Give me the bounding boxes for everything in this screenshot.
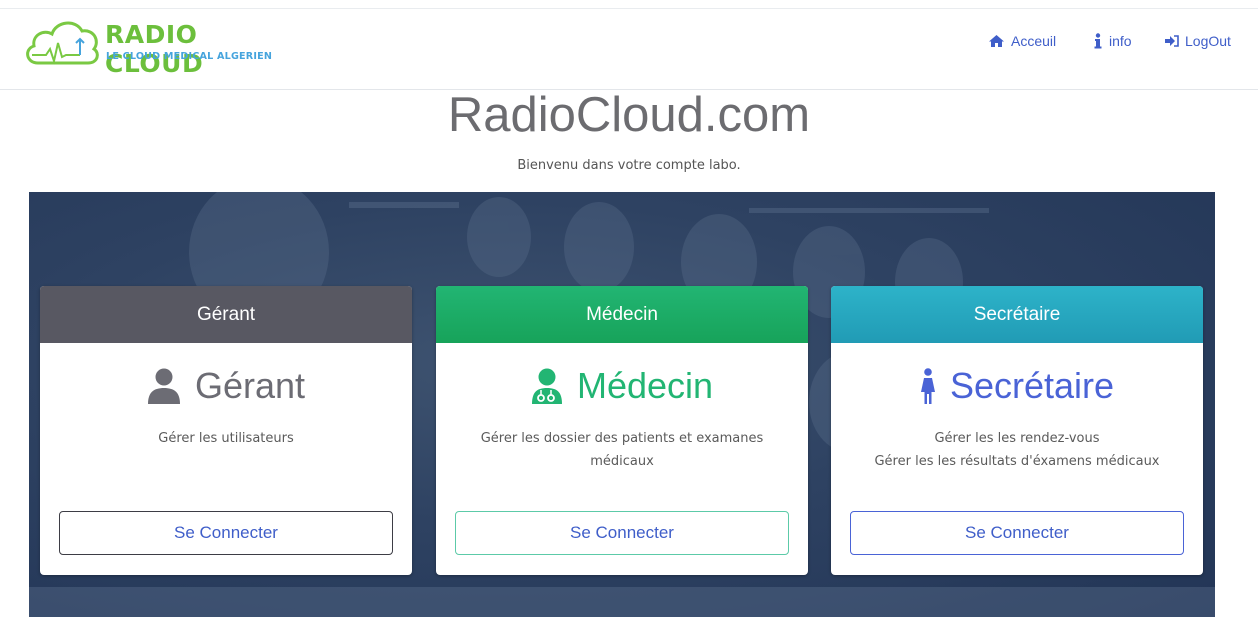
nav-logout-link[interactable]: LogOut [1165,33,1231,49]
card-gerant-desc-line: Gérer les utilisateurs [158,431,294,446]
cloud-logo-icon [26,21,99,65]
card-secretaire-title-text: Secrétaire [949,365,1115,406]
card-medecin: Médecin Médecin Gérer les dossier des pa… [436,286,808,575]
card-medecin-desc-line: médicaux [590,454,654,469]
nav-home-label: Acceuil [1011,33,1057,49]
card-medecin-header: Médecin [436,286,808,343]
secretaire-connect-button[interactable]: Se Connecter [850,511,1184,555]
doctor-icon [531,368,562,404]
nav-info-label: info [1109,33,1132,49]
card-secretaire-title: Secrétaire [831,365,1203,407]
card-medecin-desc-line: Gérer les dossier des patients et examan… [480,431,764,446]
card-medecin-description: Gérer les dossier des patients et examan… [456,427,788,473]
nav-logout-label: LogOut [1185,33,1231,49]
logout-icon [1165,35,1179,47]
female-icon [920,368,935,404]
card-gerant-title-text: Gérant [194,365,306,406]
card-secretaire: Secrétaire Secrétaire Gérer les les rend… [831,286,1203,575]
card-secretaire-header: Secrétaire [831,286,1203,343]
card-secretaire-desc-line: Gérer les les rendez-vous [934,431,1100,446]
navbar: RADIO CLOUD LE CLOUD MEDICAL ALGERIEN Ac… [0,9,1258,90]
user-icon [147,368,180,404]
card-secretaire-description: Gérer les les rendez-vous Gérer les les … [851,427,1183,473]
card-medecin-title-text: Médecin [576,365,714,406]
card-gerant-title: Gérant [40,365,412,407]
brand-title: RADIO CLOUD [105,20,204,78]
card-gerant-description: Gérer les utilisateurs [60,427,392,450]
page-title: RadioCloud.com [447,88,811,142]
nav-home-link[interactable]: Acceuil [988,33,1056,49]
card-gerant-header: Gérant [40,286,412,343]
gerant-connect-button[interactable]: Se Connecter [59,511,393,555]
card-gerant: Gérant Gérant Gérer les utilisateurs Se … [40,286,412,575]
medecin-connect-button[interactable]: Se Connecter [455,511,789,555]
brand-logo[interactable]: RADIO CLOUD LE CLOUD MEDICAL ALGERIEN [22,15,292,78]
page-subtitle: Bienvenu dans votre compte labo. [517,158,741,173]
brand-subtitle: LE CLOUD MEDICAL ALGERIEN [106,51,273,62]
nav-info-link[interactable]: info [1093,33,1132,49]
card-secretaire-desc-line: Gérer les les résultats d'éxamens médica… [874,454,1160,469]
card-medecin-title: Médecin [436,365,808,407]
home-icon [989,35,1004,47]
info-icon [1094,33,1102,49]
